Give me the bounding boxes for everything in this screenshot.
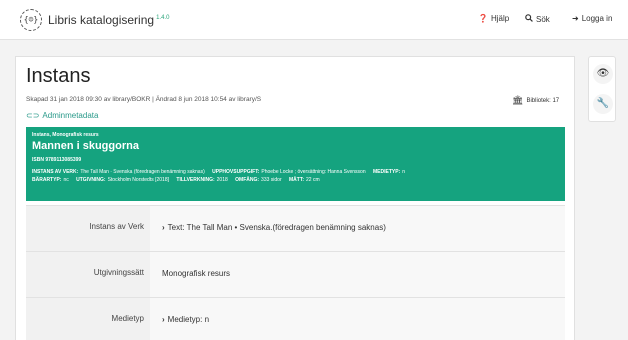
search-label: Sök	[536, 14, 550, 24]
app-version-badge: 1.4.0	[156, 15, 170, 21]
page-title: Instans	[26, 65, 91, 87]
library-info: 🏛 Bibliotek: 17	[512, 95, 559, 106]
summary-title: Mannen i skuggorna	[32, 140, 139, 152]
summary-field-value: n	[402, 169, 406, 175]
property-value-cell: › Text: The Tall Man • Svenska.(föredrage…	[150, 206, 565, 252]
summary-fields-line-2: BÄRARTYP: nc UTGIVNING: Stockholm Norstedt…	[32, 177, 326, 183]
summary-field-value: Phoebe Locke ; översättning: Hanna Svens…	[261, 169, 366, 175]
admin-metadata-link[interactable]: ⊂⊃ Adminmetadata	[26, 111, 98, 120]
help-label: Hjälp	[490, 14, 510, 23]
summary-field-key: UPPHOVSUPPGIFT:	[212, 169, 260, 175]
search-link[interactable]: Sök	[525, 14, 550, 24]
summary-field-value: Stockholm Norstedts [2018]	[107, 177, 169, 183]
summary-field-value: The Tall Man · Svenska (föredragen benäm…	[80, 169, 205, 175]
property-label: Instans av Verk	[89, 222, 144, 231]
summary-field-key: INSTANS AV VERK:	[32, 169, 79, 175]
summary-type: Instans, Monografisk resurs	[32, 132, 99, 138]
summary-field-key: BÄRARTYP:	[32, 177, 62, 183]
property-value-cell: › Medietyp: n	[150, 298, 565, 340]
property-row-media-type: Medietyp › Medietyp: n	[26, 297, 565, 340]
search-icon	[525, 14, 533, 24]
summary-field-key: TILLVERKNING:	[176, 177, 215, 183]
media-type-link[interactable]: › Medietyp: n	[162, 315, 209, 324]
property-label: Medietyp	[111, 314, 144, 323]
summary-field-key: OMFÅNG:	[235, 177, 260, 183]
property-value: Medietyp: n	[167, 315, 210, 324]
property-row-instance-of: Instans av Verk › Text: The Tall Man • Sv…	[26, 205, 565, 252]
summary-field-key: UTGIVNING:	[76, 177, 106, 183]
property-value: Text: The Tall Man • Svenska.(föredragen…	[167, 223, 386, 232]
summary-isbn: ISBN 9789113085399	[32, 157, 82, 163]
property-value-cell: Monografisk resurs	[150, 252, 565, 298]
question-circle-icon: ❓	[478, 14, 488, 23]
tools-sidebar: 👁 🔧	[588, 56, 616, 122]
instance-of-work-link[interactable]: › Text: The Tall Man • Svenska.(föredrage…	[162, 223, 386, 232]
wrench-icon[interactable]: 🔧	[593, 94, 613, 114]
property-row-issuance: Utgivningssätt Monografisk resurs	[26, 251, 565, 298]
created-modified-info: Skapad 31 jan 2018 09:30 av library/BOKR…	[26, 96, 262, 103]
eye-icon[interactable]: 👁	[593, 64, 613, 84]
chevron-right-icon[interactable]: ›	[162, 223, 165, 232]
summary-field-value: 333 sidor	[261, 177, 282, 183]
property-value: Monografisk resurs	[162, 269, 231, 278]
sign-in-icon: ➜	[572, 14, 579, 23]
summary-fields-line-1: INSTANS AV VERK: The Tall Man · Svenska (…	[32, 169, 411, 175]
app-title-text[interactable]: Libris katalogisering	[48, 13, 154, 27]
summary-field-value: 2018	[216, 177, 228, 183]
library-label: Bibliotek: 17	[526, 97, 560, 104]
top-bar: {☺} Libris katalogisering 1.4.0 ❓ Hjälp S…	[0, 0, 628, 40]
property-label: Utgivningssätt	[93, 268, 144, 277]
summary-card: Instans, Monografisk resurs Mannen i sku…	[26, 127, 565, 201]
libris-logo[interactable]: {☺}	[20, 9, 42, 31]
app-title[interactable]: Libris katalogisering 1.4.0	[48, 13, 169, 27]
admin-metadata-label: Adminmetadata	[42, 111, 99, 120]
record-panel: Instans Skapad 31 jan 2018 09:30 av libr…	[15, 56, 575, 340]
summary-field-key: MÅTT:	[289, 177, 305, 183]
bank-icon: 🏛	[512, 95, 524, 105]
summary-field-key: MEDIETYP:	[373, 169, 401, 175]
property-label-cell: Instans av Verk	[26, 206, 150, 252]
toggle-icon: ⊂⊃	[26, 111, 40, 120]
summary-field-value: 22 cm	[306, 177, 320, 183]
login-label: Logga in	[581, 14, 613, 23]
property-label-cell: Utgivningssätt	[26, 252, 150, 298]
help-link[interactable]: ❓ Hjälp	[478, 14, 509, 23]
chevron-right-icon[interactable]: ›	[162, 315, 165, 324]
login-link[interactable]: ➜ Logga in	[572, 14, 612, 23]
summary-field-value: nc	[63, 177, 69, 183]
property-label-cell: Medietyp	[26, 298, 150, 340]
